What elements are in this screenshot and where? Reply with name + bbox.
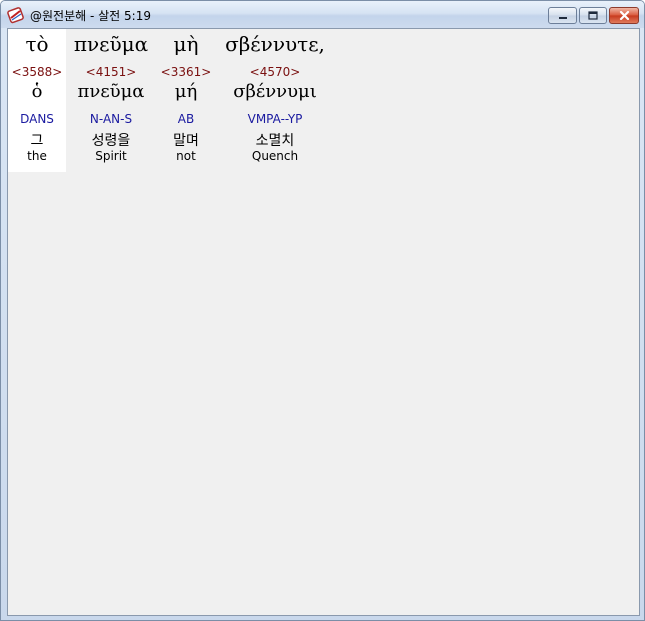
english-gloss: the — [27, 149, 47, 163]
korean-gloss: 소멸치 — [255, 133, 295, 149]
strongs-number: <3588> — [11, 65, 63, 79]
strongs-number: <4570> — [249, 65, 301, 79]
greek-surface-word: τὸ — [25, 32, 49, 56]
parsing-code: DANS — [20, 112, 54, 126]
english-gloss: Quench — [251, 149, 299, 163]
korean-gloss: 성령을 — [91, 133, 131, 149]
minimize-icon — [558, 16, 567, 19]
word-column-3[interactable]: μὴ <3361> μή AB 말며 not — [156, 29, 216, 172]
title-bar[interactable]: @원전분해 - 살전 5:19 — [1, 1, 644, 28]
close-icon — [619, 11, 629, 20]
english-gloss: Spirit — [95, 149, 127, 163]
greek-lemma: πνεῦμα — [77, 81, 145, 102]
word-column-1[interactable]: τὸ <3588> ὁ DANS 그 the — [8, 29, 66, 172]
interlinear-pane[interactable]: τὸ <3588> ὁ DANS 그 the πνεῦμα <4151> πνε… — [7, 28, 640, 616]
greek-surface-word: πνεῦμα — [73, 32, 149, 56]
greek-surface-word: σβέννυτε, — [225, 32, 325, 56]
app-window: @원전분해 - 살전 5:19 τὸ <3588> ὁ DANS 그 the π… — [0, 0, 645, 621]
word-column-4[interactable]: σβέννυτε, <4570> σβέννυμι VMPA--YP 소멸치 Q… — [216, 29, 334, 172]
strongs-number: <4151> — [85, 65, 137, 79]
parsing-code: VMPA--YP — [247, 112, 303, 126]
parsing-code: N-AN-S — [89, 112, 133, 126]
minimize-button[interactable] — [548, 7, 577, 24]
greek-lemma: σβέννυμι — [233, 81, 317, 102]
korean-gloss: 말며 — [173, 133, 199, 149]
maximize-icon — [588, 11, 598, 20]
greek-lemma: μή — [174, 81, 198, 102]
korean-gloss: 그 — [30, 133, 44, 149]
strongs-number: <3361> — [160, 65, 212, 79]
close-button[interactable] — [609, 7, 639, 24]
word-column-2[interactable]: πνεῦμα <4151> πνεῦμα N-AN-S 성령을 Spirit — [66, 29, 156, 172]
greek-surface-word: μὴ — [173, 32, 199, 56]
app-logo-icon — [7, 7, 24, 24]
greek-lemma: ὁ — [31, 81, 43, 102]
parsing-code: AB — [177, 112, 195, 126]
window-title: @원전분해 - 살전 5:19 — [30, 9, 151, 23]
english-gloss: not — [176, 149, 196, 163]
maximize-button[interactable] — [579, 7, 607, 24]
